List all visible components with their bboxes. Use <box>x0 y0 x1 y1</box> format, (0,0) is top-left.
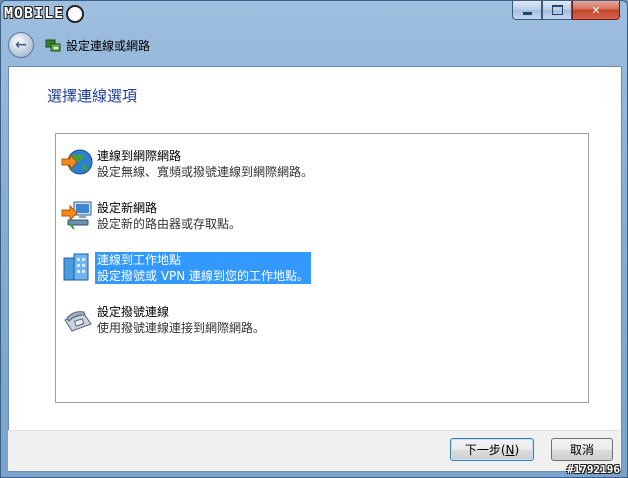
option-title: 連線到網際網路 <box>97 149 182 163</box>
option-title: 連線到工作地點 <box>97 253 182 267</box>
cancel-button[interactable]: 取消 <box>551 438 613 461</box>
next-label-suffix: ) <box>514 443 520 457</box>
option-dialup[interactable]: 設定撥號連線 使用撥號連線連接到網際網路。 <box>60 304 265 340</box>
watermark-logo: MOBILE <box>4 2 85 24</box>
globe-connect-icon <box>60 146 94 180</box>
next-button[interactable]: 下一步(N) <box>450 438 534 461</box>
new-network-icon <box>60 198 94 232</box>
next-button-label: 下一步(N) <box>465 441 519 458</box>
option-description: 設定撥號或 VPN 連線到您的工作地點。 <box>97 269 310 283</box>
window-frame: MOBILE ✕ ← 設定連線或網路 選擇連線選項 連線到網際網路 設定無線、寬… <box>0 0 628 478</box>
option-connect-internet[interactable]: 連線到網際網路 設定無線、寬頻或撥號連線到網際網路。 <box>60 148 313 184</box>
watermark-id: #1792196 <box>567 463 620 476</box>
page-title: 選擇連線選項 <box>47 87 138 105</box>
close-icon: ✕ <box>591 3 601 17</box>
option-description: 使用撥號連線連接到網際網路。 <box>97 321 266 335</box>
watermark-clock-icon <box>66 5 85 23</box>
minimize-icon <box>522 11 532 15</box>
option-description: 設定無線、寬頻或撥號連線到網際網路。 <box>97 165 314 179</box>
option-title: 設定撥號連線 <box>97 305 170 319</box>
option-text: 連線到工作地點 設定撥號或 VPN 連線到您的工作地點。 <box>95 252 312 284</box>
option-text: 設定新網路 設定新的路由器或存取點。 <box>97 200 241 232</box>
option-connect-workplace[interactable]: 連線到工作地點 設定撥號或 VPN 連線到您的工作地點。 <box>60 250 312 288</box>
maximize-button[interactable] <box>542 1 572 20</box>
watermark-text: MOBILE <box>4 4 65 22</box>
cancel-button-label: 取消 <box>569 443 594 457</box>
connection-options-list[interactable]: 連線到網際網路 設定無線、寬頻或撥號連線到網際網路。 設定新網路 設定新的路由器… <box>55 133 589 403</box>
maximize-icon <box>551 5 563 15</box>
minimize-button[interactable] <box>512 1 542 20</box>
option-description: 設定新的路由器或存取點。 <box>97 217 242 231</box>
workplace-building-icon <box>60 250 94 284</box>
option-text: 設定撥號連線 使用撥號連線連接到網際網路。 <box>97 304 265 336</box>
button-bar: 下一步(N) 取消 <box>8 430 620 471</box>
window-title: 設定連線或網路 <box>66 38 151 53</box>
navigation-bar: ← 設定連線或網路 <box>8 28 150 62</box>
option-text: 連線到網際網路 設定無線、寬頻或撥號連線到網際網路。 <box>97 148 313 180</box>
back-arrow-icon: ← <box>15 37 27 53</box>
network-setup-icon <box>45 37 61 53</box>
next-label-prefix: 下一步( <box>464 443 506 457</box>
option-title: 設定新網路 <box>97 201 158 215</box>
option-new-network[interactable]: 設定新網路 設定新的路由器或存取點。 <box>60 200 241 236</box>
back-button[interactable]: ← <box>8 32 34 58</box>
wizard-content: 選擇連線選項 連線到網際網路 設定無線、寬頻或撥號連線到網際網路。 設定新網路 … <box>8 66 622 472</box>
dialup-phone-icon <box>60 302 94 336</box>
caption-buttons: ✕ <box>512 1 620 20</box>
close-button[interactable]: ✕ <box>572 1 620 20</box>
